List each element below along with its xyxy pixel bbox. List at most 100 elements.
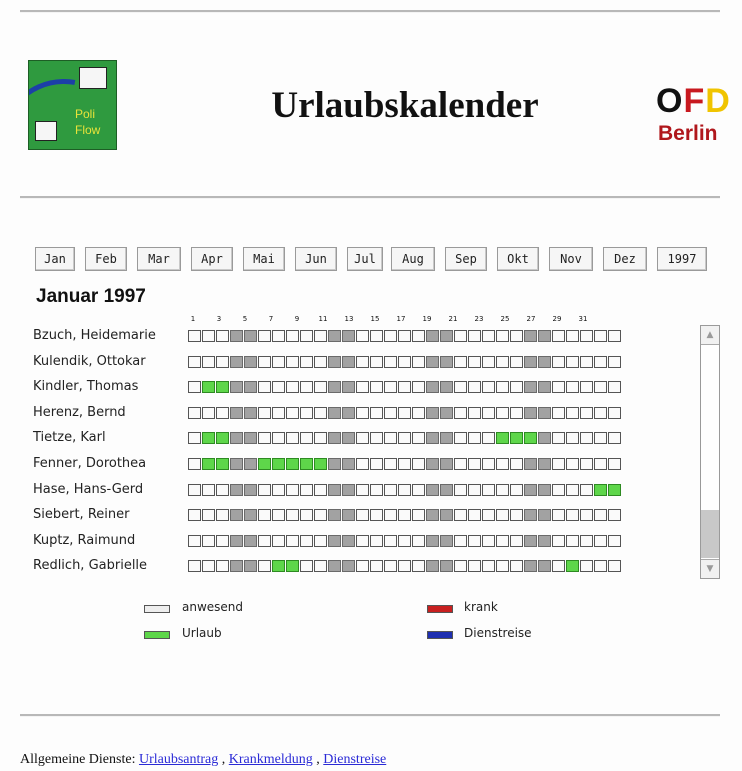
day-cell[interactable] — [440, 432, 453, 445]
day-cell[interactable] — [468, 432, 481, 445]
month-button-jan[interactable]: Jan — [35, 247, 75, 271]
day-cell[interactable] — [496, 432, 509, 445]
day-cell[interactable] — [384, 406, 397, 419]
day-cell[interactable] — [510, 560, 523, 573]
day-cell[interactable] — [300, 483, 313, 496]
day-cell[interactable] — [496, 381, 509, 394]
day-cell[interactable] — [468, 534, 481, 547]
day-cell[interactable] — [300, 330, 313, 342]
day-cell[interactable] — [552, 355, 565, 368]
day-cell[interactable] — [426, 381, 439, 394]
day-cell[interactable] — [356, 458, 369, 470]
day-cell[interactable] — [580, 534, 593, 547]
day-cell[interactable] — [412, 355, 425, 368]
day-cell[interactable] — [188, 406, 201, 419]
day-cell[interactable] — [258, 560, 271, 573]
day-cell[interactable] — [202, 381, 215, 394]
day-cell[interactable] — [566, 560, 579, 573]
day-cell[interactable] — [426, 432, 439, 445]
month-button-mai[interactable]: Mai — [243, 247, 285, 271]
day-cell[interactable] — [216, 381, 229, 394]
day-cell[interactable] — [384, 432, 397, 445]
day-cell[interactable] — [566, 406, 579, 419]
day-cell[interactable] — [566, 458, 579, 470]
day-cell[interactable] — [440, 330, 453, 342]
day-cell[interactable] — [328, 330, 341, 342]
day-cell[interactable] — [594, 458, 607, 470]
day-cell[interactable] — [412, 381, 425, 394]
day-cell[interactable] — [244, 458, 257, 470]
day-cell[interactable] — [188, 483, 201, 496]
day-cell[interactable] — [524, 406, 537, 419]
day-cell[interactable] — [440, 458, 453, 470]
day-cell[interactable] — [496, 483, 509, 496]
day-cell[interactable] — [566, 355, 579, 368]
month-button-feb[interactable]: Feb — [85, 247, 127, 271]
day-cell[interactable] — [398, 509, 411, 522]
day-cell[interactable] — [440, 406, 453, 419]
day-cell[interactable] — [594, 330, 607, 342]
day-cell[interactable] — [272, 458, 285, 470]
day-cell[interactable] — [342, 509, 355, 522]
day-cell[interactable] — [342, 330, 355, 342]
day-cell[interactable] — [608, 458, 621, 470]
day-cell[interactable] — [300, 534, 313, 547]
day-cell[interactable] — [538, 406, 551, 419]
day-cell[interactable] — [510, 381, 523, 394]
day-cell[interactable] — [510, 483, 523, 496]
day-cell[interactable] — [566, 534, 579, 547]
day-cell[interactable] — [188, 381, 201, 394]
day-cell[interactable] — [384, 355, 397, 368]
day-cell[interactable] — [426, 483, 439, 496]
day-cell[interactable] — [342, 406, 355, 419]
day-cell[interactable] — [216, 458, 229, 470]
day-cell[interactable] — [412, 560, 425, 573]
day-cell[interactable] — [272, 355, 285, 368]
day-cell[interactable] — [370, 534, 383, 547]
day-cell[interactable] — [328, 534, 341, 547]
day-cell[interactable] — [356, 355, 369, 368]
month-button-mar[interactable]: Mar — [137, 247, 181, 271]
day-cell[interactable] — [244, 406, 257, 419]
month-button-dez[interactable]: Dez — [603, 247, 647, 271]
day-cell[interactable] — [482, 406, 495, 419]
day-cell[interactable] — [342, 355, 355, 368]
day-cell[interactable] — [412, 432, 425, 445]
day-cell[interactable] — [412, 509, 425, 522]
day-cell[interactable] — [202, 560, 215, 573]
day-cell[interactable] — [356, 406, 369, 419]
day-cell[interactable] — [230, 406, 243, 419]
day-cell[interactable] — [538, 381, 551, 394]
day-cell[interactable] — [496, 330, 509, 342]
day-cell[interactable] — [328, 406, 341, 419]
day-cell[interactable] — [608, 560, 621, 573]
scroll-down-arrow-icon[interactable]: ▼ — [701, 559, 719, 578]
day-cell[interactable] — [356, 381, 369, 394]
month-button-sep[interactable]: Sep — [445, 247, 487, 271]
year-button[interactable]: 1997 — [657, 247, 707, 271]
day-cell[interactable] — [216, 330, 229, 342]
day-cell[interactable] — [454, 406, 467, 419]
day-cell[interactable] — [538, 534, 551, 547]
day-cell[interactable] — [384, 509, 397, 522]
day-cell[interactable] — [468, 483, 481, 496]
day-cell[interactable] — [202, 355, 215, 368]
day-cell[interactable] — [286, 381, 299, 394]
day-cell[interactable] — [552, 406, 565, 419]
day-cell[interactable] — [538, 458, 551, 470]
day-cell[interactable] — [580, 381, 593, 394]
day-cell[interactable] — [468, 355, 481, 368]
day-cell[interactable] — [552, 560, 565, 573]
day-cell[interactable] — [468, 560, 481, 573]
day-cell[interactable] — [272, 330, 285, 342]
day-cell[interactable] — [580, 355, 593, 368]
day-cell[interactable] — [440, 534, 453, 547]
day-cell[interactable] — [496, 458, 509, 470]
day-cell[interactable] — [524, 560, 537, 573]
day-cell[interactable] — [370, 560, 383, 573]
day-cell[interactable] — [398, 330, 411, 342]
day-cell[interactable] — [216, 355, 229, 368]
day-cell[interactable] — [482, 483, 495, 496]
day-cell[interactable] — [300, 458, 313, 470]
day-cell[interactable] — [370, 509, 383, 522]
